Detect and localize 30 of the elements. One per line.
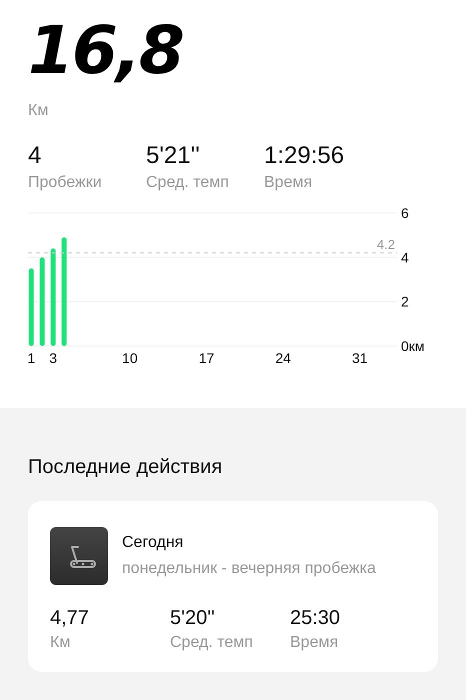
x-tick-label: 10 bbox=[122, 350, 138, 366]
section-title: Последние действия bbox=[28, 456, 222, 479]
stat-label: Сред. темп bbox=[170, 634, 253, 652]
average-label: 4.2 bbox=[376, 236, 395, 252]
y-tick-label: 4 bbox=[401, 249, 409, 266]
x-tick-label: 3 bbox=[49, 350, 58, 366]
distance-unit: Км bbox=[28, 102, 48, 120]
stat-value: 4 bbox=[28, 142, 42, 170]
activity-description: понедельник - вечерняя пробежка bbox=[122, 560, 376, 578]
stat-value: 4,77 bbox=[50, 607, 89, 630]
stat-label: Время bbox=[264, 174, 312, 192]
activity-card[interactable]: Сегодня понедельник - вечерняя пробежка 4,77 Км 5'20'' Сред. темп 25:30 Время bbox=[28, 501, 438, 672]
x-tick-label: 31 bbox=[352, 350, 368, 366]
stat-label: Сред. темп bbox=[146, 174, 229, 192]
stat-label: Км bbox=[50, 634, 70, 652]
stat-value: 1:29:56 bbox=[264, 142, 344, 170]
total-distance: 16,8 bbox=[28, 11, 183, 91]
x-tick-label: 17 bbox=[198, 350, 214, 366]
x-tick-label: 24 bbox=[275, 350, 291, 366]
x-tick-label: 1 bbox=[27, 350, 36, 366]
y-tick-label: 6 bbox=[401, 206, 409, 221]
activity-date: Сегодня bbox=[122, 534, 184, 552]
y-tick-label: 2 bbox=[401, 294, 409, 310]
stat-label: Пробежки bbox=[28, 174, 102, 192]
stat-value: 25:30 bbox=[290, 607, 340, 630]
stat-value: 5'21'' bbox=[146, 142, 200, 170]
stat-value: 5'20'' bbox=[170, 607, 215, 630]
y-tick-label: 0км bbox=[401, 338, 425, 354]
treadmill-icon bbox=[50, 527, 108, 585]
stat-label: Время bbox=[290, 634, 338, 652]
